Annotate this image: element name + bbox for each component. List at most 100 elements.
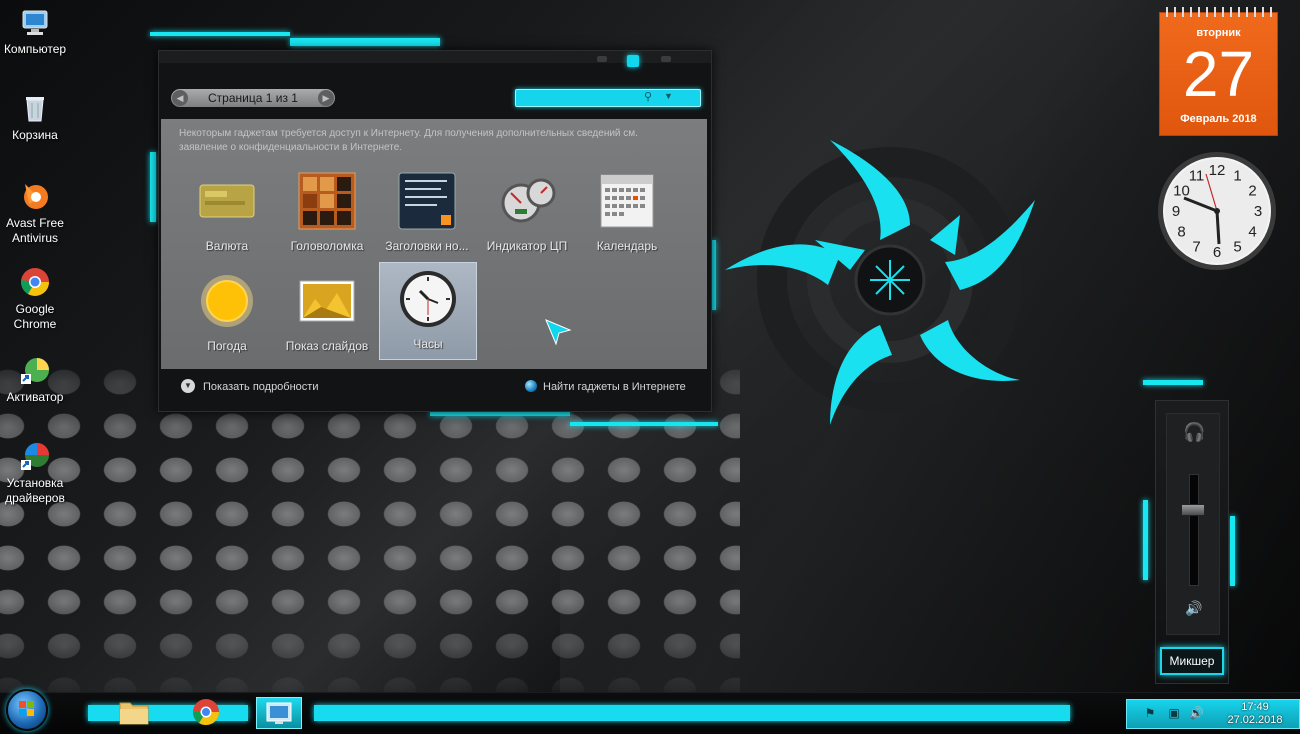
system-tray: ⚑ ▣ 🔊 17:49 27.02.2018: [1126, 699, 1300, 729]
calendar-rings: [1166, 7, 1272, 17]
chevron-right-icon[interactable]: ▶: [318, 90, 334, 106]
gadget-cpu-meter[interactable]: Индикатор ЦП: [479, 165, 575, 261]
tray-date: 27.02.2018: [1227, 714, 1283, 726]
wallpaper-emblem: [725, 140, 1035, 425]
gadget-label: Календарь: [596, 239, 658, 253]
clock-gadget[interactable]: 12 12 3 45678 9 1011: [1156, 150, 1278, 272]
clock-numeral: 4: [1248, 224, 1256, 241]
gadget-label: Часы: [413, 337, 443, 351]
gadget-label: Заголовки но...: [385, 239, 469, 253]
gadget-label: Валюта: [205, 239, 249, 253]
clock-numeral: 2: [1248, 183, 1256, 200]
gadget-clock[interactable]: Часы: [379, 262, 477, 360]
network-icon[interactable]: ▣: [1167, 706, 1181, 720]
clock-numeral: 7: [1192, 239, 1200, 256]
folder-icon: [119, 702, 149, 725]
news-feed-icon: [397, 171, 457, 231]
gadget-search-input[interactable]: [520, 91, 638, 103]
gadget-label: Показ слайдов: [285, 339, 369, 353]
clock-numeral: 6: [1213, 244, 1221, 261]
internet-notice: Некоторым гаджетам требуется доступ к Ин…: [179, 128, 638, 153]
window-close-button[interactable]: [661, 56, 671, 62]
clock-icon: [398, 269, 458, 329]
clock-numeral: 3: [1254, 203, 1262, 220]
chrome-icon: [192, 699, 220, 726]
page-navigator: ◀ Страница 1 из 1 ▶: [171, 89, 335, 107]
cpu-meter-icon: [497, 171, 557, 231]
gadget-currency[interactable]: Валюта: [179, 165, 275, 261]
gadget-label: Погода: [207, 339, 247, 353]
clock-numeral: 12: [1209, 162, 1226, 179]
globe-icon: [525, 380, 537, 392]
chrome-icon: [19, 266, 51, 298]
gadget-label: Индикатор ЦП: [486, 239, 568, 253]
window-minimize-button[interactable]: [597, 56, 607, 62]
headphones-icon: 🎧: [1183, 422, 1206, 442]
clock-numeral: 10: [1173, 183, 1190, 200]
page-indicator: Страница 1 из 1: [208, 91, 298, 105]
recycle-bin-icon: [19, 92, 51, 124]
taskbar-explorer-button[interactable]: [112, 697, 156, 727]
clock-numeral: 11: [1189, 168, 1205, 185]
driver-install-icon: [19, 440, 51, 472]
desktop-icon-label: Google Chrome: [13, 302, 57, 331]
mouse-cursor-icon: [545, 319, 572, 346]
mixer-channel: 🎧 🔊: [1166, 413, 1220, 635]
gadget-list-panel: Некоторым гаджетам требуется доступ к Ин…: [161, 119, 707, 369]
gadget-window-footer: ▼ Показать подробности Найти гаджеты в И…: [159, 371, 711, 411]
tray-time: 17:49: [1241, 701, 1269, 713]
slideshow-icon: [297, 271, 357, 331]
calendar-day: 27: [1182, 38, 1255, 110]
desktop-icon-computer[interactable]: Компьютер: [0, 6, 70, 57]
gadget-slideshow[interactable]: Показ слайдов: [279, 265, 375, 361]
windows-start-icon[interactable]: [6, 689, 48, 731]
taskbar: ⚑ ▣ 🔊 17:49 27.02.2018: [0, 689, 1300, 731]
clock-numeral: 9: [1172, 203, 1180, 220]
show-details-link[interactable]: Показать подробности: [203, 381, 318, 393]
desktop-icon-label: Установка драйверов: [5, 476, 65, 505]
puzzle-icon: [297, 171, 357, 231]
clock-numeral: 8: [1177, 224, 1185, 241]
gadget-label: Головоломка: [290, 239, 364, 253]
volume-slider-track[interactable]: [1189, 474, 1199, 586]
volume-slider-handle[interactable]: [1181, 504, 1205, 516]
desktop-icon-chrome[interactable]: Google Chrome: [0, 266, 70, 332]
gadget-weather[interactable]: Погода: [179, 265, 275, 361]
activator-icon: [19, 354, 51, 386]
gadget-gallery-window: ◀ Страница 1 из 1 ▶ ⚲ ▼ Некоторым гаджет…: [158, 50, 712, 412]
chevron-left-icon[interactable]: ◀: [172, 90, 188, 106]
find-gadgets-online-link[interactable]: Найти гаджеты в Интернете: [543, 381, 686, 393]
desktop-icon-avast[interactable]: Avast Free Antivirus: [0, 180, 70, 246]
avast-icon: [19, 180, 51, 212]
mixer-button[interactable]: Микшер: [1160, 647, 1224, 675]
desktop-icon-label: Корзина: [12, 128, 58, 142]
taskbar-chrome-button[interactable]: [184, 697, 228, 727]
desktop-icon-label: Активатор: [6, 390, 64, 404]
chevron-down-icon[interactable]: ▼: [664, 91, 673, 101]
chevron-down-icon[interactable]: ▼: [181, 379, 195, 393]
window-maximize-button[interactable]: [627, 55, 639, 67]
desktop-icon-label: Avast Free Antivirus: [6, 216, 64, 245]
gadgets-icon: [266, 702, 292, 724]
desktop-icon-driver-install[interactable]: Установка драйверов: [0, 440, 70, 506]
volume-mixer-gadget: 🎧 🔊 Микшер: [1155, 400, 1229, 684]
calendar-icon: [597, 171, 657, 231]
desktop-icon-activator[interactable]: Активатор: [0, 354, 70, 405]
gadget-calendar[interactable]: Календарь: [579, 165, 675, 261]
weather-sun-icon: [197, 271, 257, 331]
tray-clock[interactable]: 17:49 27.02.2018: [1217, 701, 1293, 727]
calendar-month-year: Февраль 2018: [1180, 113, 1257, 125]
computer-icon: [19, 6, 51, 38]
currency-icon: [197, 171, 257, 231]
search-icon[interactable]: ⚲: [644, 90, 652, 103]
flag-icon[interactable]: ⚑: [1143, 706, 1157, 720]
desktop-icon-label: Компьютер: [3, 42, 67, 56]
calendar-gadget[interactable]: вторник 27 Февраль 2018: [1159, 7, 1278, 136]
gadget-search-box: ⚲ ▼: [515, 89, 701, 107]
gadget-puzzle[interactable]: Головоломка: [279, 165, 375, 261]
desktop-icon-recycle-bin[interactable]: Корзина: [0, 92, 70, 143]
speaker-icon[interactable]: 🔊: [1183, 600, 1205, 616]
taskbar-gadgets-button[interactable]: [256, 697, 302, 729]
gadget-news-headlines[interactable]: Заголовки но...: [379, 165, 475, 261]
volume-icon[interactable]: 🔊: [1189, 706, 1204, 720]
